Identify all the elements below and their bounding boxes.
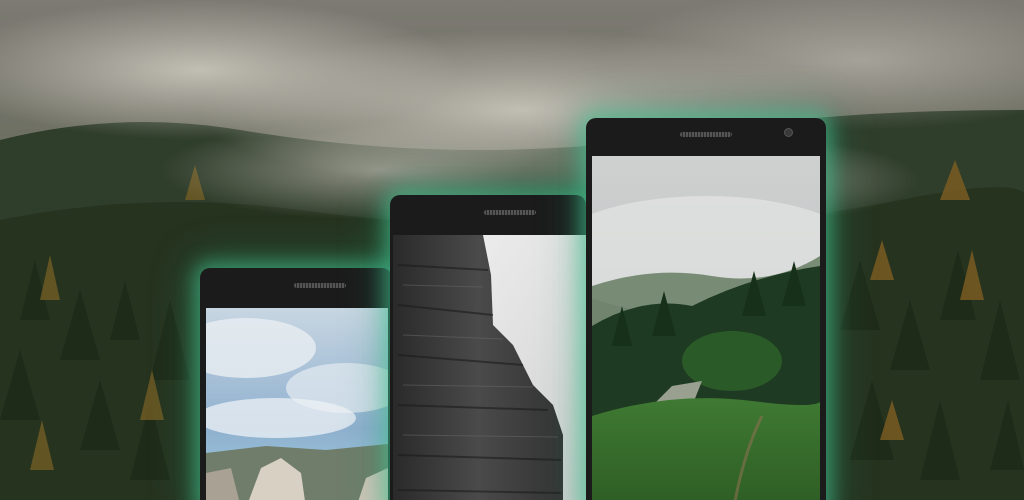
phone-right-screen[interactable]	[592, 156, 820, 500]
phone-left	[200, 268, 392, 500]
sky-clouds-wallpaper	[206, 308, 388, 500]
wallpaper-promo-banner	[0, 0, 1024, 500]
phone-right	[586, 118, 826, 500]
speaker-grille	[680, 132, 732, 137]
front-camera-icon	[784, 128, 793, 137]
speaker-grille	[484, 210, 536, 215]
phone-middle	[390, 195, 586, 500]
rock-cliff-wallpaper	[393, 235, 586, 500]
speaker-grille	[294, 283, 346, 288]
phone-middle-screen[interactable]	[393, 235, 586, 500]
misty-hill-wallpaper	[592, 156, 820, 500]
phone-left-screen[interactable]	[206, 308, 388, 500]
